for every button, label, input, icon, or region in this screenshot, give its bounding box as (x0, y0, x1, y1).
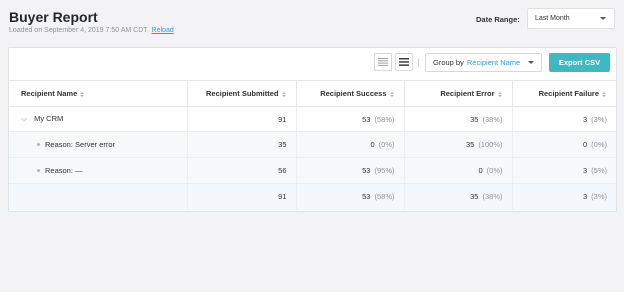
reason-label: Reason: Server error (45, 140, 116, 149)
date-range-value: Last Month (535, 15, 570, 22)
report-panel: Group by Recipient Name Export CSV Recipi… (8, 47, 617, 212)
table-header-row: Recipient Name Recipient Submitted Recip… (9, 80, 616, 107)
export-csv-button[interactable]: Export CSV (549, 53, 610, 72)
sort-icon (602, 91, 607, 97)
bullet-icon (37, 143, 40, 147)
compact-view-button[interactable] (374, 53, 392, 71)
compact-list-icon (378, 58, 388, 66)
table-row: Reason: Server error 35 0 (0%) 35 (100%) 0… (9, 131, 616, 158)
sort-icon (497, 91, 503, 97)
bullet-icon (37, 169, 40, 173)
toolbar: Group by Recipient Name Export CSV (9, 48, 616, 78)
column-header-submitted[interactable]: Recipient Submitted (186, 80, 296, 107)
toolbar-divider (418, 59, 419, 67)
comfortable-view-button[interactable] (395, 53, 413, 71)
sort-icon (389, 91, 395, 97)
date-range-label: Date Range: (476, 15, 520, 24)
expand-chevron-icon[interactable]: ⌵ (21, 114, 27, 124)
column-header-error[interactable]: Recipient Error (403, 80, 512, 107)
loaded-text: Loaded on September 4, 2019 7:50 AM CDT (9, 27, 148, 34)
date-range-select[interactable]: Last Month (527, 8, 615, 29)
chevron-down-icon (528, 61, 534, 64)
column-header-success[interactable]: Recipient Success (295, 80, 404, 107)
column-header-failure[interactable]: Recipient Failure (511, 80, 616, 107)
table-total-row: 91 53 (58%) 35 (38%) 3 (3%) (9, 183, 616, 210)
reload-link[interactable]: Reload (152, 27, 174, 34)
column-header-recipient-name[interactable]: Recipient Name (9, 80, 187, 107)
loaded-status: Loaded on September 4, 2019 7:50 AM CDT R… (9, 27, 174, 34)
report-table: Recipient Name Recipient Submitted Recip… (9, 80, 616, 210)
sort-icon (80, 91, 85, 97)
chevron-down-icon (600, 17, 606, 20)
group-by-value: Recipient Name (466, 58, 521, 67)
group-by-select[interactable]: Group by Recipient Name (425, 53, 542, 72)
table-row: Reason: — 56 53 (95%) 0 (0%) 3 (5%) (9, 157, 616, 184)
list-icon (399, 58, 409, 66)
sort-icon (281, 91, 287, 97)
recipient-name: My CRM (34, 114, 64, 123)
group-by-label: Group by (433, 58, 464, 67)
reason-label: Reason: — (45, 166, 83, 175)
table-row[interactable]: ⌵ My CRM 91 53 (58%) 35 (38%) 3 (3%) (9, 106, 616, 132)
page-title: Buyer Report (9, 9, 98, 25)
